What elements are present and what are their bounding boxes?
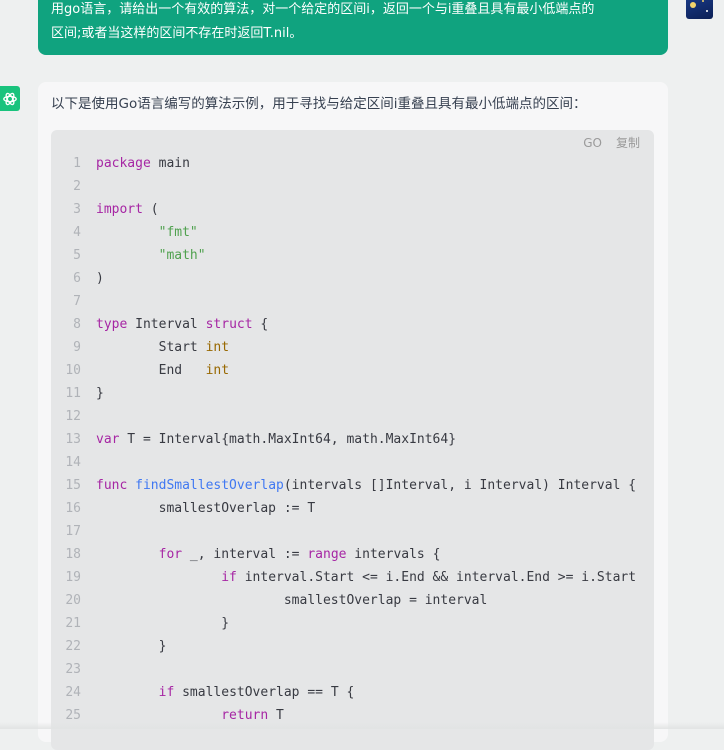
code-token: } [96,386,104,401]
line-number: 19 [65,570,81,585]
code-token: for [158,547,183,562]
code-token: (intervals []Interval, i Interval) Inter… [283,478,637,493]
user-message-bubble: 用go语言，请给出一个有效的算法，对一个给定的区间i，返回一个与i重叠且具有最小… [38,0,668,55]
code-token: func [96,478,128,493]
line-number: 18 [65,547,81,562]
code-text: func findSmallestOverlap(intervals []Int… [96,474,636,497]
line-number: 3 [73,202,81,217]
code-text: if smallestOverlap == T { [96,681,355,704]
code-token: type [96,317,128,332]
line-number: 6 [73,271,81,286]
code-token: "math" [158,248,206,263]
line-number: 16 [65,501,81,516]
code-text: package main [96,152,190,175]
openai-logo-icon [3,92,17,105]
code-block-header: GO 复制 [583,134,640,152]
line-number: 15 [65,478,81,493]
code-token: End [96,363,206,378]
code-text: smallestOverlap = interval [96,589,488,612]
code-text: import ( [96,198,159,221]
line-number: 24 [65,685,81,700]
code-text: End int [96,359,229,382]
code-token: } [96,639,167,654]
code-text: for _, interval := range intervals { [96,543,441,566]
code-token: ) [96,271,104,286]
line-number: 20 [65,593,81,608]
code-text: Start int [96,336,229,359]
code-token: ( [142,202,159,217]
code-text: } [96,635,167,658]
code-text: type Interval struct { [96,313,268,336]
user-message-line-2: 区间;或者当这样的区间不存在时返回T.nil。 [51,26,303,41]
code-token: int [205,363,230,378]
code-token: T = Interval{math.MaxInt64, math.MaxInt6… [119,432,457,447]
code-token: intervals { [346,547,441,562]
code-token: { [252,317,269,332]
avatar-stars-decoration [690,2,696,8]
code-token: smallestOverlap = interval [96,593,488,608]
code-text: } [96,612,229,635]
code-text: var T = Interval{math.MaxInt64, math.Max… [96,428,456,451]
line-number: 14 [65,455,81,470]
code-token: Start [96,340,206,355]
copy-code-button[interactable]: 复制 [616,134,640,152]
code-token: Interval [127,317,206,332]
code-language-label: GO [583,136,602,150]
code-token: struct [205,317,253,332]
line-number: 2 [73,179,81,194]
code-token: "fmt" [158,225,198,240]
code-text: "math" [96,244,206,267]
line-number: 22 [65,639,81,654]
code-token: if [158,685,175,700]
code-token: smallestOverlap := T [96,501,316,516]
code-text: "fmt" [96,221,198,244]
code-token: int [205,340,230,355]
code-token: package [96,156,151,171]
code-token: findSmallestOverlap [135,478,284,493]
line-number: 1 [73,156,81,171]
line-number: 5 [73,248,81,263]
line-number: 8 [73,317,81,332]
code-token: _, interval := [182,547,308,562]
code-token: import [96,202,143,217]
code-token: range [307,547,347,562]
line-number: 17 [65,524,81,539]
code-token: T [268,708,284,723]
line-number: 11 [65,386,81,401]
line-number: 9 [73,340,81,355]
user-avatar [686,0,713,19]
line-number: 10 [65,363,81,378]
code-token: } [96,616,230,631]
line-number: 21 [65,616,81,631]
code-block: GO 复制 1 package main 2 3 import (4 "fmt" 5 "m… [51,130,654,750]
line-number: 23 [65,662,81,677]
line-number: 7 [73,294,81,309]
code-text: if interval.Start <= i.End && interval.E… [96,566,636,589]
code-text: ) [96,267,104,290]
assistant-avatar [0,86,20,111]
code-token: var [96,432,120,447]
user-message-line-1: 用go语言，请给出一个有效的算法，对一个给定的区间i，返回一个与i重叠且具有最小… [51,2,595,17]
code-token: main [150,156,190,171]
code-token: if [221,570,237,585]
code-text: } [96,382,104,405]
line-number: 13 [65,432,81,447]
code-text: smallestOverlap := T [96,497,316,520]
line-number: 4 [73,225,81,240]
code-token: interval.Start <= i.End && interval.End … [236,570,637,585]
code-token: smallestOverlap == T { [174,685,355,700]
line-number: 12 [65,409,81,424]
code-token: return [221,708,269,723]
assistant-intro-text: 以下是使用Go语言编写的算法示例，用于寻找与给定区间i重叠且具有最小低端点的区间… [51,96,587,112]
bottom-edge-shadow [0,722,724,729]
